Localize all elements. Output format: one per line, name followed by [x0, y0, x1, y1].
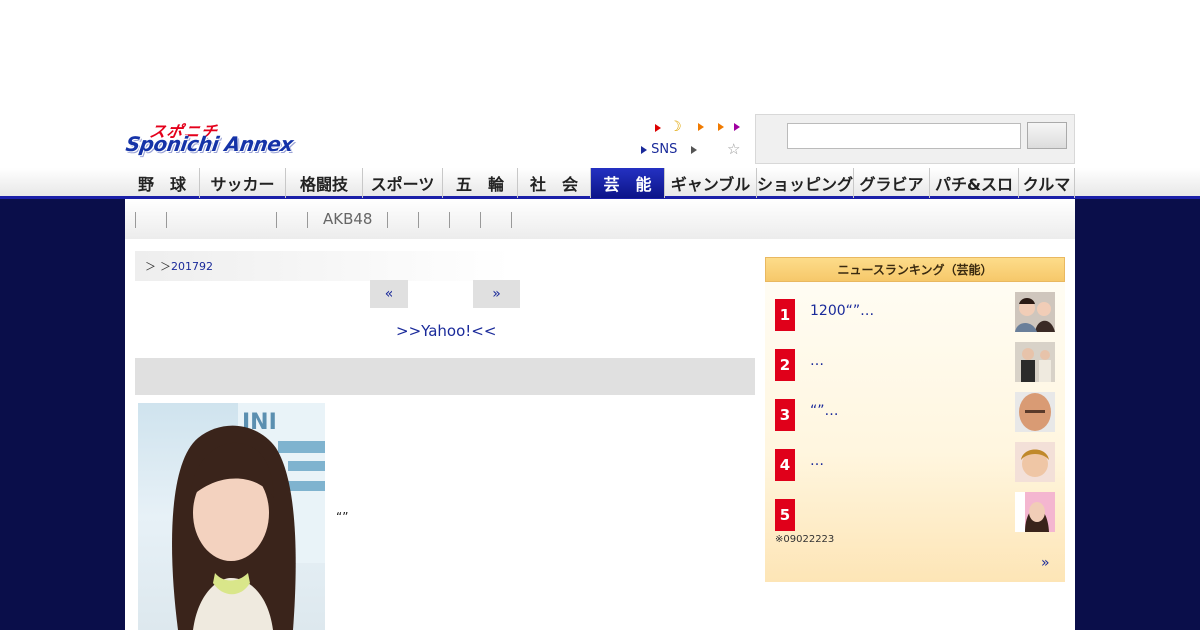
nav-item-sports[interactable]: スポーツ — [363, 168, 443, 198]
nav-item-pachislot[interactable]: パチ&スロ — [930, 168, 1019, 198]
triangle-icon — [655, 123, 661, 132]
favorite-star-icon[interactable]: ☆ — [727, 140, 740, 158]
sns-link[interactable]: SNS — [641, 142, 677, 157]
subnav-separator — [449, 212, 450, 228]
rank-number: 3 — [775, 399, 795, 431]
ranking-thumbnail[interactable] — [1015, 492, 1055, 532]
triangle-icon — [698, 122, 704, 131]
sns-label: SNS — [651, 142, 678, 157]
article-photo[interactable]: INI — [138, 403, 325, 630]
subnav-separator — [418, 212, 419, 228]
nav-item-gravure[interactable]: グラビア — [854, 168, 930, 198]
prev-article-button[interactable]: « — [370, 280, 408, 308]
nav-item-car[interactable]: クルマ — [1019, 168, 1075, 198]
sub-nav — [125, 199, 1075, 239]
next-article-button[interactable]: » — [473, 280, 520, 308]
site-logo[interactable]: スポニチ Sponichi Annex — [124, 118, 316, 160]
subnav-separator — [166, 212, 167, 228]
ranking-title: ニュースランキング（芸能） — [765, 257, 1065, 282]
main-nav: 野 球 サッカー 格闘技 スポーツ 五 輪 社 会 芸 能 ギャンブル ショッピ… — [125, 168, 1075, 198]
ranking-item-title[interactable]: … — [810, 353, 824, 369]
breadcrumb: ＞ ＞ 201792 — [135, 251, 511, 281]
nav-item-fighting[interactable]: 格闘技 — [286, 168, 363, 198]
article-title-bar — [135, 358, 755, 395]
ranking-note: ※09022223 — [775, 534, 835, 545]
nav-item-soccer[interactable]: サッカー — [200, 168, 286, 198]
triangle-icon — [691, 145, 697, 154]
rank-number: 4 — [775, 449, 795, 481]
search-button[interactable] — [1027, 122, 1067, 149]
triangle-icon — [641, 145, 647, 154]
util-link-4[interactable] — [734, 119, 740, 134]
triangle-icon — [734, 122, 740, 131]
triangle-icon — [718, 122, 724, 131]
util-link-5[interactable] — [691, 142, 697, 157]
breadcrumb-separator: ＞ — [160, 260, 171, 273]
nav-item-shopping[interactable]: ショッピング — [757, 168, 854, 198]
ranking-thumbnail[interactable] — [1015, 442, 1055, 482]
portrait-illustration: INI — [172, 403, 325, 630]
nav-item-entertainment[interactable]: 芸 能 — [591, 168, 665, 198]
rank-number: 1 — [775, 299, 795, 331]
search-area — [755, 114, 1075, 164]
ranking-item-title[interactable]: … — [810, 453, 824, 469]
ranking-thumbnail[interactable] — [1015, 392, 1055, 432]
nav-item-gambling[interactable]: ギャンブル — [665, 168, 757, 198]
breadcrumb-date[interactable]: 201792 — [171, 260, 213, 273]
rank-number: 5 — [775, 499, 795, 531]
news-ranking: ニュースランキング（芸能） 1 1200“”… 2 … 3 “”… 4 … 5 … — [765, 257, 1065, 582]
ranking-thumbnail[interactable] — [1015, 342, 1055, 382]
nav-item-olympics[interactable]: 五 輪 — [443, 168, 518, 198]
ranking-item-title[interactable]: “”… — [810, 403, 839, 419]
subnav-separator — [276, 212, 277, 228]
nav-item-baseball[interactable]: 野 球 — [125, 168, 200, 198]
nav-item-society[interactable]: 社 会 — [518, 168, 591, 198]
rank-number: 2 — [775, 349, 795, 381]
ranking-thumbnail[interactable] — [1015, 292, 1055, 332]
subnav-separator — [387, 212, 388, 228]
logo-text: Sponichi Annex — [124, 132, 295, 156]
util-link-3[interactable] — [718, 119, 724, 134]
subnav-separator — [511, 212, 512, 228]
article-caption: “” — [336, 510, 349, 524]
subnav-item-akb48[interactable]: AKB48 — [323, 210, 372, 228]
yahoo-link[interactable]: >>Yahoo!<< — [396, 322, 496, 340]
util-link-1[interactable]: ☽ — [655, 119, 682, 135]
util-link-2[interactable] — [698, 119, 704, 134]
subnav-separator — [135, 212, 136, 228]
ranking-more-link[interactable]: » — [1041, 555, 1050, 571]
subnav-separator — [307, 212, 308, 228]
breadcrumb-separator: ＞ — [145, 260, 156, 273]
ranking-item-title[interactable]: 1200“”… — [810, 303, 874, 319]
moon-icon: ☽ — [669, 119, 682, 135]
subnav-separator — [480, 212, 481, 228]
search-input[interactable] — [787, 123, 1021, 149]
